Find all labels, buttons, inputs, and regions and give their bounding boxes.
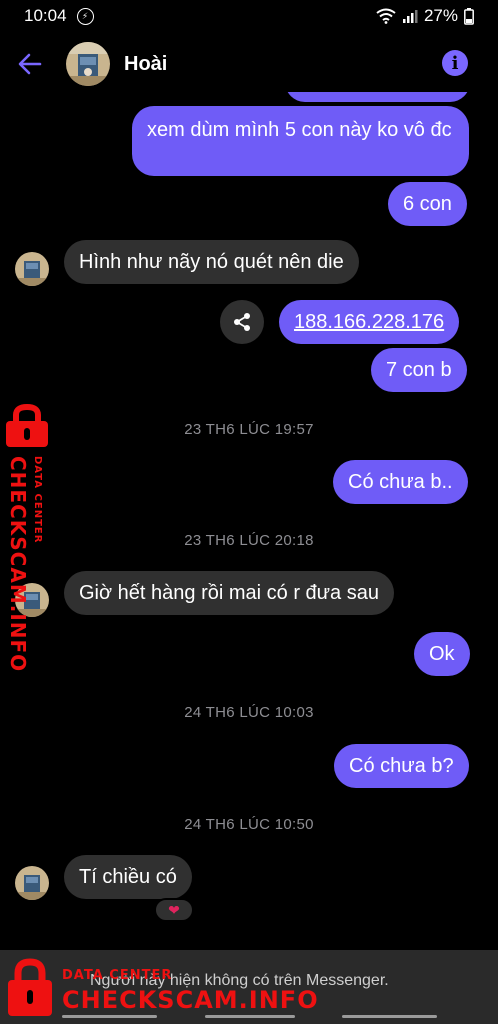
message-link[interactable]: 188.166.228.176 xyxy=(294,311,444,333)
message-list[interactable]: xem dùm mình 5 con này ko vô đc 6 con Hì… xyxy=(0,92,498,950)
message-text: Giờ hết hàng rồi mai có r đưa sau xyxy=(79,582,379,604)
share-icon xyxy=(234,313,250,331)
message-bubble-outgoing[interactable]: Ok xyxy=(414,632,470,676)
message-bubble-outgoing[interactable]: Có chưa b? xyxy=(334,744,469,788)
battery-icon xyxy=(464,7,474,25)
timestamp: 24 TH6 LÚC 10:50 xyxy=(184,816,314,833)
watermark-vertical: CHECKSCAM.INFO DATA CENTER xyxy=(2,404,58,672)
status-time: 10:04 xyxy=(24,6,67,25)
message-text: Có chưa b.. xyxy=(348,471,453,493)
message-text: xem dùm mình 5 con này ko vô đc xyxy=(147,119,452,141)
messenger-icon: ⚡ xyxy=(76,7,94,25)
info-icon: i xyxy=(451,52,459,74)
share-button[interactable] xyxy=(220,300,264,344)
contact-avatar[interactable] xyxy=(66,42,110,86)
message-bubble-incoming[interactable]: Tí chiều có xyxy=(64,855,192,899)
message-bubble-outgoing[interactable]: 6 con xyxy=(388,182,467,226)
message-text: 6 con xyxy=(403,193,452,215)
info-button[interactable]: i xyxy=(442,50,468,76)
signal-icon xyxy=(402,10,418,23)
watermark-brand: CHECKSCAM.INFO xyxy=(62,986,319,1014)
message-text: Có chưa b? xyxy=(349,755,454,777)
message-bubble-partial xyxy=(285,92,470,102)
nav-back[interactable] xyxy=(342,1015,437,1018)
heart-icon: ❤ xyxy=(168,901,180,918)
timestamp: 23 TH6 LÚC 20:18 xyxy=(184,532,314,549)
timestamp: 23 TH6 LÚC 19:57 xyxy=(184,421,314,438)
watermark-tagline: DATA CENTER xyxy=(62,968,173,983)
back-arrow-icon xyxy=(18,53,42,75)
watermark-tagline: DATA CENTER xyxy=(32,456,43,544)
message-bubble-outgoing[interactable]: 7 con b xyxy=(371,348,467,392)
heart-reaction[interactable]: ❤ xyxy=(154,898,194,922)
message-text: 7 con b xyxy=(386,359,452,381)
timestamp: 24 TH6 LÚC 10:03 xyxy=(184,704,314,721)
back-button[interactable] xyxy=(0,36,60,92)
lock-icon xyxy=(8,958,52,1016)
message-text: Tí chiều có xyxy=(79,866,177,888)
message-bubble-incoming[interactable]: Giờ hết hàng rồi mai có r đưa sau xyxy=(64,571,394,615)
watermark-brand: CHECKSCAM.INFO xyxy=(6,456,30,673)
status-bar: 10:04 ⚡ 27% xyxy=(0,0,498,32)
wifi-icon xyxy=(376,8,396,24)
message-text: Ok xyxy=(429,643,455,665)
lock-icon xyxy=(6,404,48,447)
battery-percent: 27% xyxy=(423,6,458,25)
sender-avatar[interactable] xyxy=(15,866,49,900)
message-bubble-outgoing[interactable]: xem dùm mình 5 con này ko vô đc xyxy=(132,106,469,176)
message-bubble-outgoing[interactable]: 188.166.228.176 xyxy=(279,300,460,344)
sender-avatar[interactable] xyxy=(15,252,49,286)
message-bubble-outgoing[interactable]: Có chưa b.. xyxy=(333,460,468,504)
contact-name[interactable]: Hoài xyxy=(124,53,167,76)
message-text: Hình như nãy nó quét nên die xyxy=(79,251,344,273)
watermark-horizontal: DATA CENTER CHECKSCAM.INFO xyxy=(4,958,318,1020)
conversation-header: Hoài i xyxy=(0,36,498,92)
message-bubble-incoming[interactable]: Hình như nãy nó quét nên die xyxy=(64,240,359,284)
